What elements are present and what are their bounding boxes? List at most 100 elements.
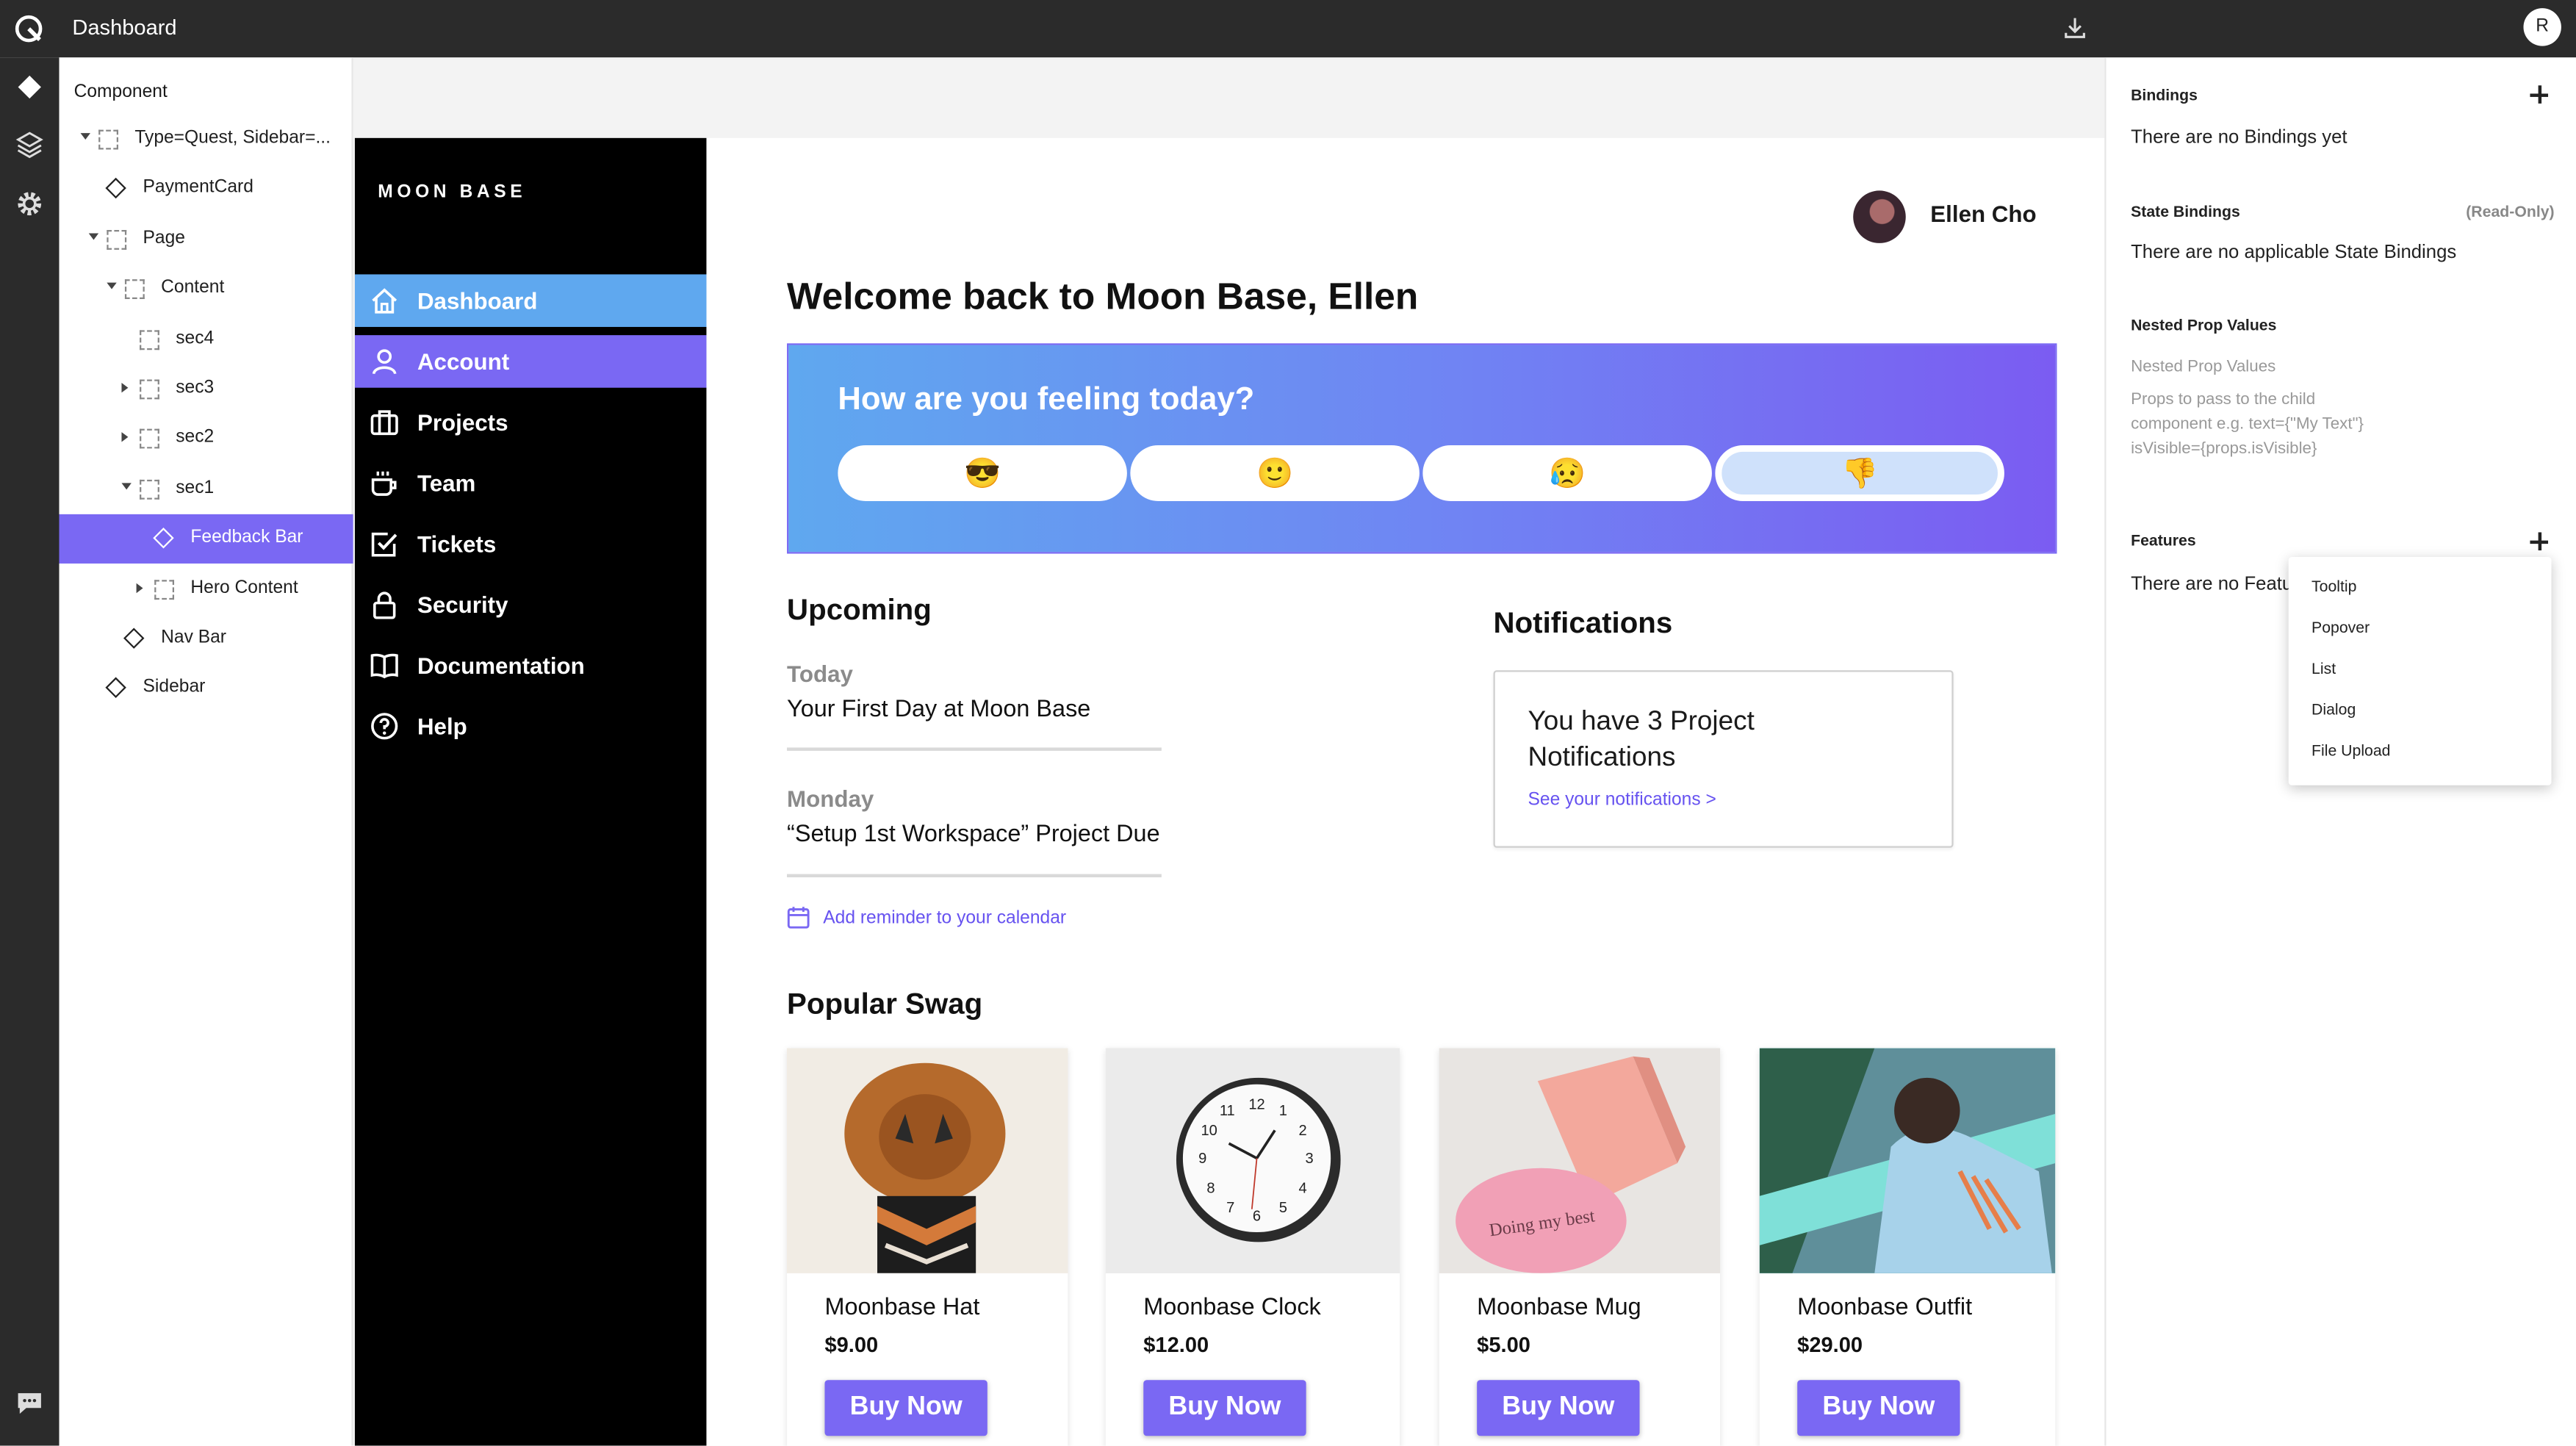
tree-node[interactable]: sec1 xyxy=(59,464,353,514)
buy-now-button[interactable]: Buy Now xyxy=(1477,1380,1640,1436)
nested-props-help: component e.g. text={"My Text"} xyxy=(2131,415,2364,434)
see-notifications-link[interactable]: See your notifications > xyxy=(1528,791,1716,810)
menu-item-file-upload[interactable]: File Upload xyxy=(2311,743,2390,761)
caret-down-icon[interactable] xyxy=(80,133,90,140)
upcoming-heading: Upcoming xyxy=(787,593,932,626)
divider xyxy=(787,874,1162,878)
briefcase-icon xyxy=(370,410,398,436)
nav-item-account[interactable]: Account xyxy=(354,335,707,388)
settings-icon[interactable] xyxy=(15,189,44,218)
divider xyxy=(787,747,1162,751)
coffee-icon xyxy=(371,471,397,496)
tree-node[interactable]: Hero Content xyxy=(59,564,353,614)
user-avatar[interactable]: R xyxy=(2523,8,2561,46)
profile-avatar[interactable] xyxy=(1853,190,1906,243)
profile-name[interactable]: Ellen Cho xyxy=(1930,201,2036,227)
nav-item-team[interactable]: Team xyxy=(355,457,707,510)
bindings-empty: There are no Bindings yet xyxy=(2131,128,2347,148)
product-image-clock[interactable]: 12 1 2 3 45 6 78 9 10 11 xyxy=(1105,1048,1400,1273)
event-title[interactable]: Your First Day at Moon Base xyxy=(787,697,1090,723)
nav-item-help[interactable]: Help xyxy=(355,700,707,753)
state-bindings-heading: State Bindings xyxy=(2131,204,2240,222)
read-only-note: (Read-Only) xyxy=(2466,204,2555,222)
mood-option-sad[interactable]: 😥 xyxy=(1422,445,1712,501)
nav-item-tickets[interactable]: Tickets xyxy=(355,517,707,570)
caret-right-icon[interactable] xyxy=(136,582,143,593)
nav-item-label: Projects xyxy=(417,409,508,436)
help-icon xyxy=(371,713,398,740)
features-empty: There are no Featu xyxy=(2131,575,2293,595)
home-icon xyxy=(372,288,397,314)
buy-now-button[interactable]: Buy Now xyxy=(1797,1380,1960,1436)
tree-node-label: PaymentCard xyxy=(143,178,253,198)
svg-text:6: 6 xyxy=(1253,1208,1261,1224)
brand-logo: MOON BASE xyxy=(378,182,527,203)
product-image-hat[interactable] xyxy=(787,1048,1068,1273)
component-icon xyxy=(105,178,126,200)
frame-icon xyxy=(140,329,159,350)
tree-node[interactable]: Type=Quest, Sidebar=... xyxy=(59,115,353,165)
product-image-outfit[interactable] xyxy=(1759,1048,2056,1273)
tree-node[interactable]: Nav Bar xyxy=(59,614,353,663)
mood-option-happy[interactable]: 🙂 xyxy=(1130,445,1420,501)
feedback-bar: How are you feeling today? 😎 🙂 😥 👎 xyxy=(787,343,2057,554)
caret-down-icon[interactable] xyxy=(121,482,132,489)
book-icon xyxy=(370,653,398,679)
layer-tree: Component Type=Quest, Sidebar=... Payment… xyxy=(59,57,353,1446)
event-day: Today xyxy=(787,660,853,687)
notification-text: You have 3 Project xyxy=(1528,706,1755,736)
add-feature-icon[interactable] xyxy=(2530,532,2549,551)
tree-node-label: Feedback Bar xyxy=(190,528,303,548)
product-image-mug[interactable]: Doing my best xyxy=(1439,1048,1721,1273)
tree-node-label: sec3 xyxy=(176,378,215,398)
checkbox-icon xyxy=(371,532,397,557)
svg-text:5: 5 xyxy=(1279,1200,1287,1216)
menu-item-list[interactable]: List xyxy=(2311,661,2336,679)
frame-icon xyxy=(154,579,175,600)
caret-down-icon[interactable] xyxy=(88,233,99,240)
frame-icon xyxy=(140,479,159,500)
tree-node[interactable]: Sidebar xyxy=(59,664,353,713)
nav-item-projects[interactable]: Projects xyxy=(355,396,707,449)
tree-node[interactable]: Feedback Bar xyxy=(59,514,353,564)
menu-item-dialog[interactable]: Dialog xyxy=(2311,702,2356,720)
mood-option-cool[interactable]: 😎 xyxy=(838,445,1127,501)
menu-item-popover[interactable]: Popover xyxy=(2311,619,2370,638)
tree-node-label: sec4 xyxy=(176,328,215,348)
caret-down-icon[interactable] xyxy=(107,283,117,289)
tree-node[interactable]: sec3 xyxy=(59,364,353,414)
tree-node[interactable]: sec4 xyxy=(59,314,353,364)
nav-item-documentation[interactable]: Documentation xyxy=(355,639,707,692)
frame-icon xyxy=(107,229,127,250)
product-price: $12.00 xyxy=(1143,1332,1209,1357)
layers-icon[interactable] xyxy=(15,130,44,159)
add-reminder-link[interactable]: Add reminder to your calendar xyxy=(823,909,1066,929)
frame-icon xyxy=(140,429,159,450)
chat-icon[interactable] xyxy=(15,1388,44,1417)
top-bar: Dashboard R xyxy=(0,0,2576,58)
download-icon[interactable] xyxy=(2062,15,2088,41)
nav-item-security[interactable]: Security xyxy=(355,578,707,631)
add-binding-icon[interactable] xyxy=(2530,85,2549,104)
component-icon xyxy=(123,627,145,649)
nested-props-help: Props to pass to the child xyxy=(2131,391,2316,409)
tree-node[interactable]: PaymentCard xyxy=(59,165,353,214)
feedback-question: How are you feeling today? xyxy=(838,381,1255,417)
nav-item-label: Documentation xyxy=(417,652,585,679)
caret-right-icon[interactable] xyxy=(121,432,129,443)
frame-icon xyxy=(124,279,145,300)
app-logo-icon[interactable] xyxy=(13,13,44,44)
menu-item-tooltip[interactable]: Tooltip xyxy=(2311,578,2356,597)
caret-right-icon[interactable] xyxy=(121,382,129,393)
tree-node[interactable]: Page xyxy=(59,215,353,264)
event-title[interactable]: “Setup 1st Workspace” Project Due xyxy=(787,821,1160,848)
tree-node[interactable]: sec2 xyxy=(59,414,353,464)
component-icon[interactable] xyxy=(15,72,44,101)
tree-node[interactable]: Content xyxy=(59,265,353,314)
nav-item-dashboard[interactable]: Dashboard xyxy=(354,274,707,327)
buy-now-button[interactable]: Buy Now xyxy=(1143,1380,1306,1436)
svg-text:11: 11 xyxy=(1220,1103,1235,1119)
product-price: $9.00 xyxy=(824,1332,879,1357)
buy-now-button[interactable]: Buy Now xyxy=(824,1380,987,1436)
mood-option-thumbs-down[interactable]: 👎 xyxy=(1715,445,2004,501)
